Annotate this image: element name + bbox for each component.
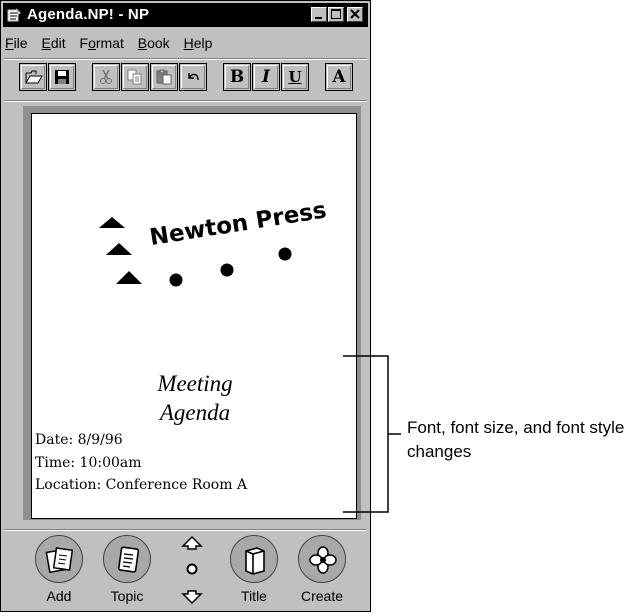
triangle-shape	[116, 271, 142, 284]
menu-separator	[4, 58, 367, 60]
topic-button[interactable]: Topic	[97, 535, 157, 615]
location-line: Location: Conference Room A	[35, 477, 248, 493]
topic-label: Topic	[110, 588, 144, 604]
cut-button[interactable]	[92, 63, 120, 91]
page-scroller	[178, 535, 208, 607]
dot-shape	[169, 273, 183, 287]
create-label: Create	[300, 588, 344, 604]
scroll-up-arrow-icon[interactable]	[181, 535, 203, 556]
menu-bar: File Edit Format Book Help	[5, 31, 222, 55]
bold-button[interactable]: B	[223, 63, 251, 91]
undo-button[interactable]	[179, 63, 207, 91]
dot-shape	[220, 263, 234, 277]
minimize-button[interactable]	[311, 7, 327, 22]
maximize-button[interactable]	[328, 7, 344, 22]
paste-button[interactable]	[150, 63, 178, 91]
dot-shape	[278, 247, 292, 261]
title-bar: Agenda.NP! - NP	[3, 3, 368, 27]
menu-file[interactable]: File	[5, 35, 28, 51]
create-button[interactable]: Create	[292, 535, 352, 615]
heading-line-1: Meeting	[157, 371, 233, 396]
date-line: Date: 8/9/96	[35, 432, 123, 448]
bold-icon: B	[229, 67, 245, 87]
document-page[interactable]: Newton Press Meeting Agenda Date: 8/9/96…	[31, 113, 357, 519]
toolbar-separator	[4, 100, 367, 102]
underline-button[interactable]: U	[281, 63, 309, 91]
triangle-shape	[99, 217, 125, 228]
heading-line-2: Agenda	[159, 400, 231, 425]
title-button[interactable]: Title	[224, 535, 284, 615]
copy-button[interactable]	[121, 63, 149, 91]
scroll-down-arrow-icon[interactable]	[181, 589, 203, 610]
underline-icon: U	[288, 68, 302, 86]
menu-book[interactable]: Book	[138, 35, 170, 51]
add-label: Add	[46, 588, 72, 604]
menu-help[interactable]: Help	[184, 35, 213, 51]
add-button[interactable]: Add	[29, 535, 89, 615]
font-icon: A	[332, 67, 346, 87]
close-button[interactable]	[347, 7, 363, 22]
italic-icon: I	[262, 67, 270, 87]
italic-button[interactable]: I	[252, 63, 280, 91]
open-button[interactable]	[19, 63, 47, 91]
save-button[interactable]	[48, 63, 76, 91]
font-button[interactable]: A	[325, 63, 353, 91]
toolbar: B I U A	[7, 63, 367, 97]
window-title: Agenda.NP! - NP	[27, 6, 150, 23]
page-dot-icon	[185, 562, 199, 581]
time-line: Time: 10:00am	[35, 455, 142, 471]
menu-edit[interactable]: Edit	[41, 35, 65, 51]
bottom-separator	[4, 529, 367, 531]
app-icon	[6, 7, 22, 23]
annotation-callout: Font, font size, and font style changes	[407, 418, 625, 461]
title-label: Title	[241, 588, 267, 604]
triangle-shape	[106, 243, 132, 255]
menu-format[interactable]: Format	[80, 35, 124, 51]
